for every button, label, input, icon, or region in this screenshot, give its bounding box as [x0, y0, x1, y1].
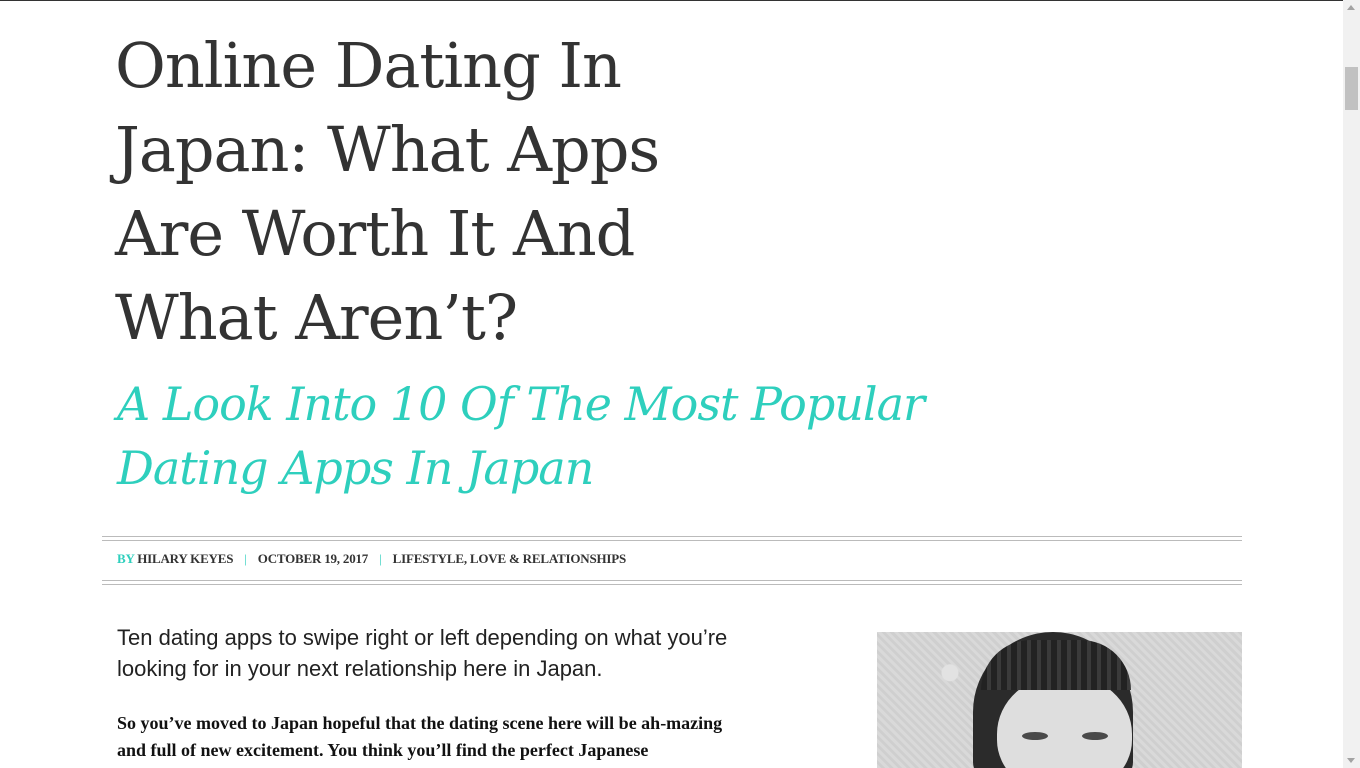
article-feature-photo [877, 632, 1242, 768]
scroll-down-arrow-icon[interactable] [1347, 758, 1355, 763]
meta-rule-top-outer [102, 536, 1242, 537]
photo-eye-right [1082, 732, 1108, 740]
photo-bangs [981, 640, 1131, 690]
scroll-up-arrow-icon[interactable] [1347, 5, 1355, 10]
photo-eye-left [1022, 732, 1048, 740]
vertical-scrollbar[interactable] [1343, 0, 1360, 768]
scrollbar-thumb[interactable] [1345, 67, 1358, 110]
category-links[interactable]: LIFESTYLE, LOVE & RELATIONSHIPS [393, 551, 627, 566]
author-link[interactable]: HILARY KEYES [137, 551, 233, 566]
article-meta: BY HILARY KEYES | OCTOBER 19, 2017 | LIF… [117, 551, 626, 571]
window-top-border [0, 0, 1343, 1]
article-title: Online Dating In Japan: What Apps Are Wo… [115, 29, 660, 354]
byline-label: BY [117, 551, 135, 566]
meta-separator: | [379, 551, 382, 566]
meta-rule-top-inner [102, 540, 1242, 541]
publish-date: OCTOBER 19, 2017 [257, 551, 369, 566]
article-subtitle: A Look Into 10 Of The Most Popular Datin… [117, 377, 925, 495]
article-lede: Ten dating apps to swipe right or left d… [117, 625, 728, 681]
meta-rule-bottom-inner [102, 580, 1242, 581]
meta-separator: | [244, 551, 247, 566]
article-body-paragraph: So you’ve moved to Japan hopeful that th… [117, 713, 723, 760]
meta-rule-bottom-outer [102, 584, 1242, 585]
